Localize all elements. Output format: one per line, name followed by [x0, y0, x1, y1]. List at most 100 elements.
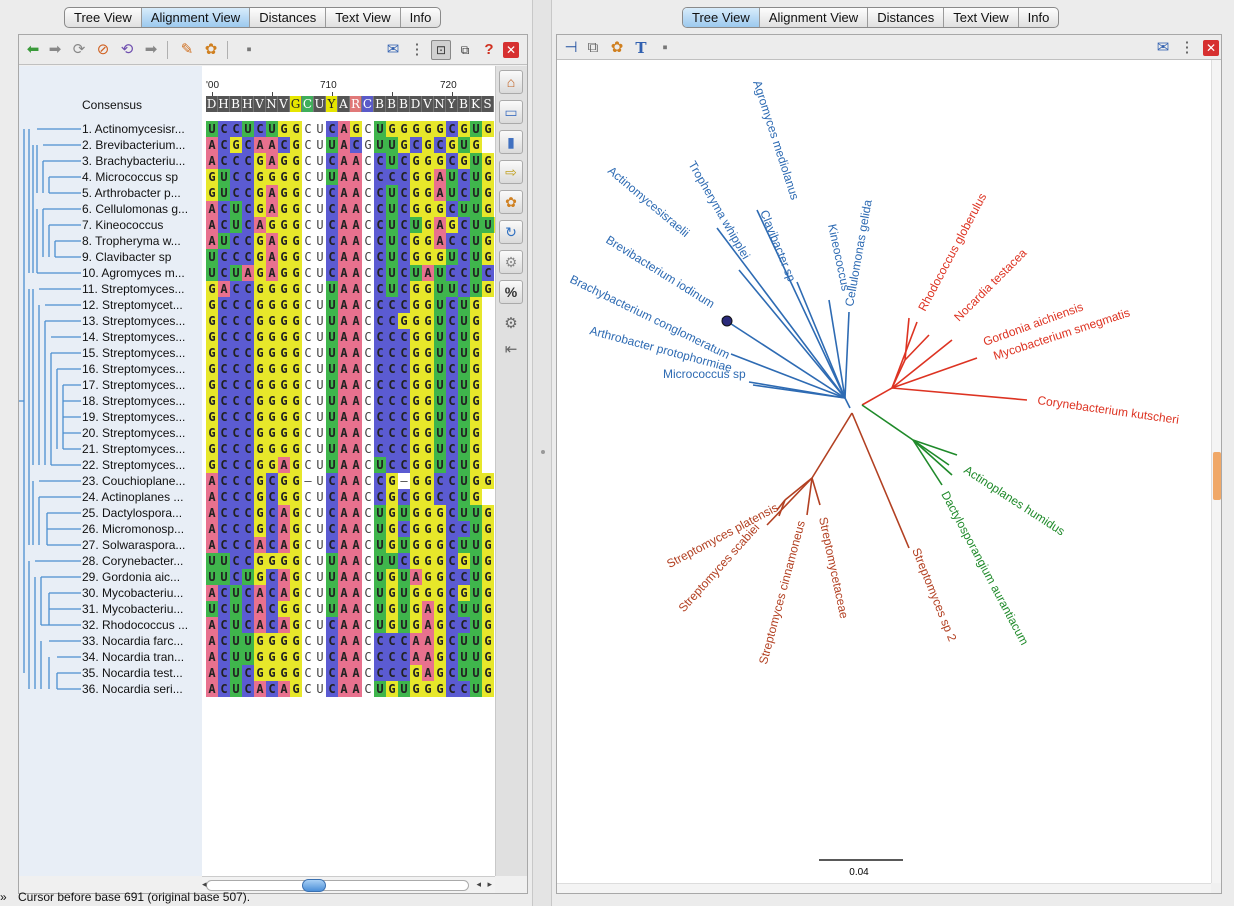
base-cell[interactable]: C	[242, 601, 254, 617]
base-cell[interactable]: G	[422, 313, 434, 329]
sequence-name[interactable]: 33. Nocardia farc...	[82, 633, 200, 649]
base-cell[interactable]: C	[458, 521, 470, 537]
base-cell[interactable]: C	[242, 217, 254, 233]
base-cell[interactable]: G	[410, 409, 422, 425]
base-cell[interactable]: U	[314, 617, 326, 633]
base-cell[interactable]: C	[218, 585, 230, 601]
base-cell[interactable]: C	[302, 681, 314, 697]
sequence-name[interactable]: 12. Streptomycet...	[82, 297, 200, 313]
base-cell[interactable]: U	[374, 569, 386, 585]
base-cell[interactable]: U	[434, 361, 446, 377]
base-cell[interactable]: G	[422, 569, 434, 585]
base-cell[interactable]: C	[398, 649, 410, 665]
sequence-row[interactable]: GCCCGGGGCUUAACCCCGGUCUG	[206, 297, 482, 313]
sequence-name[interactable]: 14. Streptomyces...	[82, 329, 200, 345]
base-cell[interactable]: C	[374, 425, 386, 441]
base-cell[interactable]: C	[386, 169, 398, 185]
base-cell[interactable]: G	[434, 153, 446, 169]
base-cell[interactable]: C	[386, 409, 398, 425]
sequence-name[interactable]: 5. Arthrobacter p...	[82, 185, 200, 201]
base-cell[interactable]: U	[458, 345, 470, 361]
base-cell[interactable]: G	[434, 121, 446, 137]
base-cell[interactable]: G	[422, 409, 434, 425]
base-cell[interactable]: G	[482, 505, 494, 521]
sequence-name[interactable]: 20. Streptomyces...	[82, 425, 200, 441]
base-cell[interactable]: G	[422, 249, 434, 265]
base-cell[interactable]: U	[398, 537, 410, 553]
base-cell[interactable]: C	[362, 537, 374, 553]
base-cell[interactable]: U	[434, 329, 446, 345]
base-cell[interactable]: G	[266, 553, 278, 569]
base-cell[interactable]: A	[254, 585, 266, 601]
base-cell[interactable]: C	[242, 441, 254, 457]
base-cell[interactable]: G	[434, 617, 446, 633]
base-cell[interactable]: C	[386, 313, 398, 329]
base-cell[interactable]: C	[302, 265, 314, 281]
base-cell[interactable]: C	[362, 425, 374, 441]
base-cell[interactable]: G	[266, 425, 278, 441]
base-cell[interactable]: A	[350, 681, 362, 697]
base-cell[interactable]: G	[386, 521, 398, 537]
base-cell[interactable]: C	[458, 681, 470, 697]
base-cell[interactable]: A	[350, 617, 362, 633]
base-cell[interactable]: G	[410, 345, 422, 361]
base-cell[interactable]: C	[326, 505, 338, 521]
sequence-name[interactable]: 28. Corynebacter...	[82, 553, 200, 569]
refresh-icon[interactable]: ⟳	[69, 40, 89, 60]
base-cell[interactable]: G	[290, 137, 302, 153]
base-cell[interactable]: G	[422, 137, 434, 153]
base-cell[interactable]: G	[290, 313, 302, 329]
base-cell[interactable]: C	[446, 617, 458, 633]
base-cell[interactable]: C	[326, 537, 338, 553]
base-cell[interactable]: A	[350, 265, 362, 281]
base-cell[interactable]: U	[314, 249, 326, 265]
base-cell[interactable]: U	[218, 169, 230, 185]
base-cell[interactable]: A	[266, 249, 278, 265]
base-cell[interactable]: C	[266, 505, 278, 521]
base-cell[interactable]: C	[302, 153, 314, 169]
base-cell[interactable]: U	[374, 457, 386, 473]
base-cell[interactable]: C	[362, 553, 374, 569]
base-cell[interactable]: C	[446, 553, 458, 569]
base-cell[interactable]: G	[470, 313, 482, 329]
base-cell[interactable]: G	[290, 553, 302, 569]
base-cell[interactable]: G	[266, 665, 278, 681]
base-cell[interactable]: U	[326, 393, 338, 409]
base-cell[interactable]: –	[398, 473, 410, 489]
sequence-name[interactable]: 8. Tropheryma w...	[82, 233, 200, 249]
base-cell[interactable]: A	[206, 473, 218, 489]
base-cell[interactable]: C	[230, 457, 242, 473]
base-cell[interactable]: C	[326, 489, 338, 505]
base-cell[interactable]: C	[242, 473, 254, 489]
base-cell[interactable]: G	[278, 425, 290, 441]
base-cell[interactable]: U	[314, 265, 326, 281]
sequence-name[interactable]: 17. Streptomyces...	[82, 377, 200, 393]
base-cell[interactable]: C	[230, 169, 242, 185]
base-cell[interactable]: C	[302, 441, 314, 457]
base-cell[interactable]: U	[206, 265, 218, 281]
base-cell[interactable]: G	[410, 185, 422, 201]
base-cell[interactable]: U	[314, 169, 326, 185]
base-cell[interactable]: G	[362, 137, 374, 153]
base-cell[interactable]: U	[314, 585, 326, 601]
base-cell[interactable]: C	[374, 185, 386, 201]
base-cell[interactable]: A	[254, 137, 266, 153]
base-cell[interactable]: U	[230, 217, 242, 233]
base-cell[interactable]: A	[266, 201, 278, 217]
base-cell[interactable]: G	[482, 665, 494, 681]
base-cell[interactable]: C	[374, 153, 386, 169]
base-cell[interactable]: G	[266, 633, 278, 649]
base-cell[interactable]: G	[422, 201, 434, 217]
base-cell[interactable]: U	[398, 681, 410, 697]
base-cell[interactable]: C	[446, 409, 458, 425]
base-cell[interactable]: G	[266, 377, 278, 393]
taxon-label[interactable]: Clavibacter sp	[757, 208, 799, 284]
base-cell[interactable]: U	[314, 457, 326, 473]
base-cell[interactable]: G	[290, 473, 302, 489]
base-cell[interactable]: –	[302, 473, 314, 489]
base-cell[interactable]: G	[434, 521, 446, 537]
base-cell[interactable]: U	[230, 585, 242, 601]
base-cell[interactable]: C	[242, 249, 254, 265]
base-cell[interactable]: G	[482, 601, 494, 617]
base-cell[interactable]: C	[242, 585, 254, 601]
